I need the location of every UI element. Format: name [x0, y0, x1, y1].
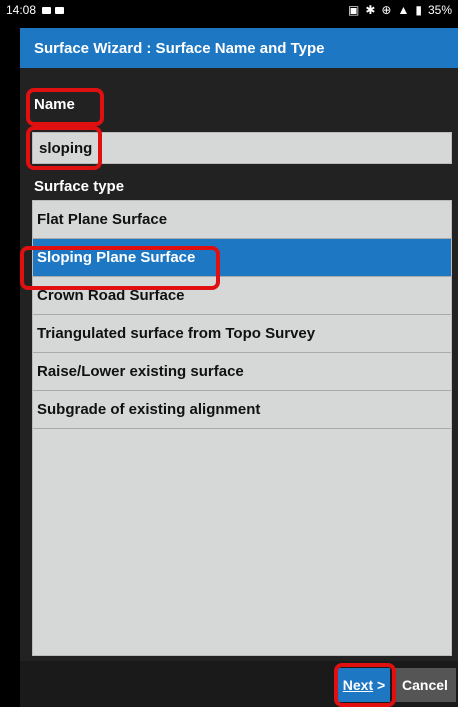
wizard-panel: Name sloping Surface type Flat Plane Sur… — [20, 68, 458, 661]
cancel-button[interactable]: Cancel — [394, 668, 456, 702]
bluetooth-icon: ✱ — [365, 3, 376, 17]
nfc-icon: ▣ — [348, 3, 360, 17]
surface-type-subgrade[interactable]: Subgrade of existing alignment — [33, 391, 451, 429]
surface-type-triangulated[interactable]: Triangulated surface from Topo Survey — [33, 315, 451, 353]
surface-type-sloping[interactable]: Sloping Plane Surface — [33, 239, 451, 277]
surface-type-crown[interactable]: Crown Road Surface — [33, 277, 451, 315]
surface-type-list: Flat Plane Surface Sloping Plane Surface… — [32, 200, 452, 656]
next-button-arrow: > — [373, 677, 386, 693]
surface-type-label: Surface type — [34, 178, 125, 195]
battery-percent: 35% — [427, 3, 452, 17]
name-label: Name — [34, 96, 75, 113]
wizard-title-bar: Surface Wizard : Surface Name and Type — [20, 28, 458, 76]
surface-type-raise-lower[interactable]: Raise/Lower existing surface — [33, 353, 451, 391]
next-button[interactable]: Next > — [338, 668, 390, 702]
surface-type-flat[interactable]: Flat Plane Surface — [33, 201, 451, 239]
signal-icon: ▲ — [397, 3, 410, 17]
next-button-label: Next — [342, 677, 374, 693]
video-icon — [55, 6, 65, 14]
name-field[interactable]: sloping — [32, 132, 452, 164]
bottom-bar: Next > Cancel — [20, 661, 458, 707]
status-time: 14:08 — [6, 3, 37, 17]
battery-icon: ▮ — [415, 3, 422, 17]
notification-icon — [42, 6, 52, 14]
status-bar: 14:08 ▣ ✱ ⊕ ▲ ▮ 35% — [0, 0, 458, 20]
wizard-title: Surface Wizard : Surface Name and Type — [34, 39, 325, 57]
vibrate-icon: ⊕ — [381, 3, 392, 17]
